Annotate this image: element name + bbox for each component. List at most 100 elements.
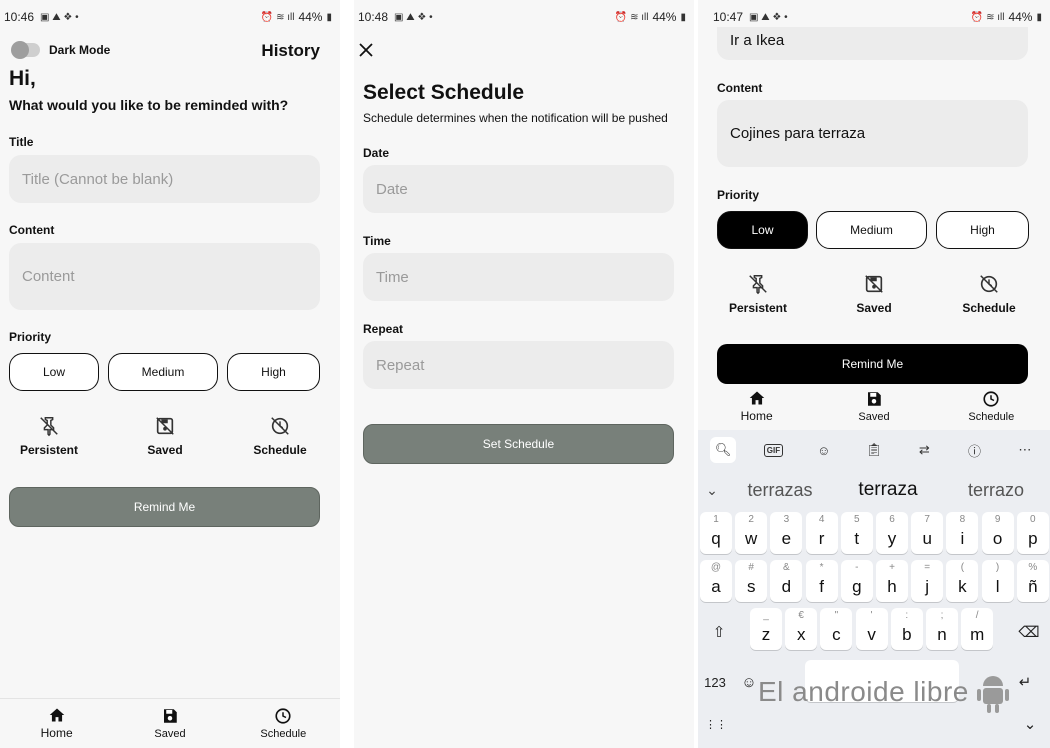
saved-option[interactable]: Saved: [125, 415, 205, 457]
key-char: x: [796, 625, 806, 644]
key-q[interactable]: 1q: [700, 512, 732, 554]
priority-medium-button[interactable]: Medium: [108, 353, 218, 391]
saved-option[interactable]: Saved: [834, 273, 914, 315]
save-icon: [867, 392, 881, 406]
collapse-suggestions-icon[interactable]: ⌄: [698, 482, 726, 499]
key-t[interactable]: 5t: [840, 512, 873, 554]
key-g[interactable]: -g: [840, 560, 873, 602]
nav-home-label: Home: [40, 726, 73, 740]
nav-saved[interactable]: Saved: [829, 390, 919, 430]
info-icon[interactable]: ⓘ: [962, 437, 988, 463]
backspace-key[interactable]: ⌫: [1014, 612, 1044, 652]
nav-home[interactable]: Home: [12, 707, 102, 748]
suggestion-2[interactable]: terraza: [834, 479, 942, 501]
key-a[interactable]: @ a: [700, 560, 732, 602]
battery-icon: ▮: [326, 11, 332, 23]
remind-me-button[interactable]: Remind Me: [9, 487, 320, 527]
numbers-key[interactable]: 123: [700, 662, 730, 702]
key-w[interactable]: 2w: [735, 512, 768, 554]
nav-schedule[interactable]: Schedule: [946, 390, 1036, 430]
keyboard-layout-icon[interactable]: ⋮⋮: [704, 712, 728, 736]
key-char: ñ: [1028, 577, 1038, 596]
key-o[interactable]: 9o: [981, 512, 1014, 554]
priority-low-button[interactable]: Low: [9, 353, 99, 391]
time-label: Time: [363, 234, 391, 248]
key-d[interactable]: & d: [770, 560, 803, 602]
sticker-icon[interactable]: ☺: [811, 437, 837, 463]
key-s[interactable]: # s: [735, 560, 768, 602]
key-j[interactable]: = j: [911, 560, 944, 602]
android-robot-logo: [976, 670, 1010, 719]
key-l[interactable]: ) l: [981, 560, 1014, 602]
key-n[interactable]: ; n: [926, 608, 958, 650]
notification-icons: ▣ ⛰ ❖ •: [749, 11, 788, 23]
key-f[interactable]: * f: [805, 560, 838, 602]
gif-icon[interactable]: GIF: [760, 437, 786, 463]
key-k[interactable]: (k: [946, 560, 979, 602]
key-ñ[interactable]: % ñ: [1016, 560, 1049, 602]
battery-level: 44%: [1008, 10, 1033, 24]
key-char: k: [958, 577, 967, 596]
nav-saved[interactable]: Saved: [125, 707, 215, 748]
battery-icon: ▮: [1036, 11, 1042, 23]
key-h[interactable]: + h: [876, 560, 908, 602]
key-alt-char: 8: [959, 514, 966, 525]
key-alt-char: 1: [713, 514, 719, 525]
priority-high-button[interactable]: High: [936, 211, 1029, 249]
persistent-label: Persistent: [728, 301, 788, 315]
toggle-knob: [11, 41, 29, 59]
suggestion-3[interactable]: terrazo: [942, 480, 1050, 501]
key-z[interactable]: _ z: [750, 608, 782, 650]
content-input[interactable]: Content: [9, 243, 320, 310]
key-row-2: @ a # s & d * f - g + h = j(k) l% ñ: [698, 560, 1050, 604]
key-char: w: [745, 529, 758, 548]
translate-icon[interactable]: ⇄: [911, 437, 937, 463]
remind-me-button[interactable]: Remind Me: [717, 344, 1028, 384]
key-e[interactable]: 3e: [770, 512, 803, 554]
key-r[interactable]: 4r: [805, 512, 838, 554]
nav-schedule[interactable]: Schedule: [238, 707, 328, 748]
schedule-off-icon: [271, 417, 289, 435]
persistent-option[interactable]: Persistent: [9, 415, 89, 457]
repeat-input[interactable]: Repeat: [363, 341, 674, 389]
notification-icons: ▣ ⛰ ❖ •: [40, 11, 79, 23]
date-input[interactable]: Date: [363, 165, 674, 213]
more-icon[interactable]: ⋯: [1012, 437, 1038, 463]
set-schedule-button[interactable]: Set Schedule: [363, 424, 674, 464]
key-p[interactable]: 0p: [1016, 512, 1049, 554]
time-input[interactable]: Time: [363, 253, 674, 301]
greeting: Hi,: [9, 67, 36, 90]
priority-high-button[interactable]: High: [227, 353, 320, 391]
key-v[interactable]: ' v: [855, 608, 888, 650]
key-i[interactable]: 8i: [946, 512, 979, 554]
suggestion-1[interactable]: terrazas: [726, 480, 834, 501]
key-x[interactable]: € x: [785, 608, 818, 650]
clipboard-icon[interactable]: 📋︎: [861, 437, 887, 463]
priority-medium-button[interactable]: Medium: [816, 211, 927, 249]
keyboard-search-icon[interactable]: 🔍︎: [710, 437, 737, 463]
key-b[interactable]: :b: [890, 608, 923, 650]
shift-key[interactable]: ⇧: [704, 612, 734, 652]
status-bar: 10:46 ▣ ⛰ ❖ • ⏰ ≋ ıll 44% ▮: [4, 8, 332, 26]
hide-keyboard-icon[interactable]: ⌄: [1018, 712, 1042, 736]
priority-low-button[interactable]: Low: [717, 211, 808, 249]
content-input[interactable]: Cojines para terraza: [717, 100, 1028, 167]
schedule-option[interactable]: Schedule: [240, 415, 320, 457]
key-u[interactable]: 7u: [911, 512, 944, 554]
close-button[interactable]: [358, 42, 374, 63]
schedule-option[interactable]: Schedule: [949, 273, 1029, 315]
key-c[interactable]: " c: [820, 608, 853, 650]
priority-label: Priority: [9, 330, 52, 344]
key-char: o: [992, 529, 1003, 548]
nav-home[interactable]: Home: [712, 390, 802, 430]
persistent-option[interactable]: Persistent: [718, 273, 798, 315]
history-link[interactable]: History: [261, 41, 320, 61]
suggestion-bar: ⌄ terrazas terraza terrazo: [698, 472, 1050, 508]
title-input[interactable]: Title (Cannot be blank): [9, 155, 320, 203]
key-char: h: [887, 577, 897, 596]
enter-key[interactable]: ↵: [1010, 662, 1040, 702]
dark-mode-toggle[interactable]: [11, 41, 40, 59]
key-m[interactable]: / m: [961, 608, 994, 650]
key-alt-char: (: [960, 562, 965, 573]
key-y[interactable]: 6y: [876, 512, 908, 554]
